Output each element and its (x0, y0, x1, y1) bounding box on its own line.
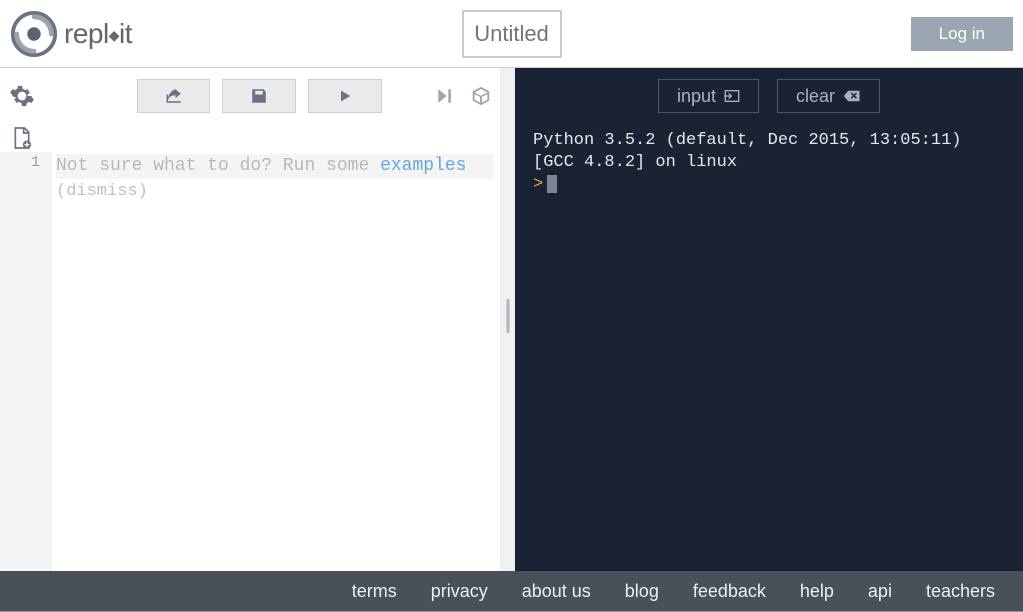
clear-button[interactable]: clear (777, 79, 880, 113)
step-button[interactable] (434, 86, 456, 106)
package-button[interactable] (470, 85, 492, 107)
drag-handle-icon (506, 299, 509, 333)
line-gutter: 1 (0, 152, 52, 571)
console-line: [GCC 4.8.2] on linux (533, 152, 1005, 174)
gear-icon (9, 83, 35, 109)
hint-text: Not sure what to do? Run some (56, 156, 380, 176)
pane-divider[interactable] (500, 68, 515, 571)
title-input[interactable] (462, 10, 562, 58)
footer-link-terms[interactable]: terms (352, 581, 397, 602)
editor-pane: 1 Not sure what to do? Run some examples… (0, 68, 500, 571)
brand-text: repl◆it (64, 18, 132, 50)
footer-link-blog[interactable]: blog (625, 581, 659, 602)
login-button[interactable]: Log in (911, 17, 1013, 51)
main: 1 Not sure what to do? Run some examples… (0, 68, 1023, 571)
footer-link-feedback[interactable]: feedback (693, 581, 766, 602)
examples-link[interactable]: examples (380, 156, 466, 176)
header: repl◆it Log in (0, 0, 1023, 68)
share-icon (164, 87, 184, 105)
console-line: Python 3.5.2 (default, Dec 2015, 13:05:1… (533, 130, 1005, 152)
play-icon (337, 87, 353, 105)
run-button[interactable] (308, 79, 382, 113)
console-toolbar: input clear (515, 68, 1023, 124)
file-tabs (0, 124, 500, 152)
dismiss-link[interactable]: (dismiss) (56, 182, 148, 201)
brand-logo[interactable]: repl◆it (10, 10, 132, 58)
input-icon (724, 89, 740, 103)
clear-icon (843, 89, 861, 103)
footer-link-help[interactable]: help (800, 581, 834, 602)
footer-link-api[interactable]: api (868, 581, 892, 602)
footer-link-privacy[interactable]: privacy (431, 581, 488, 602)
console-output[interactable]: Python 3.5.2 (default, Dec 2015, 13:05:1… (515, 124, 1023, 202)
save-button[interactable] (222, 79, 296, 113)
console-prompt[interactable]: > (533, 174, 1005, 196)
footer-link-teachers[interactable]: teachers (926, 581, 995, 602)
input-button[interactable]: input (658, 79, 759, 113)
save-icon (250, 87, 268, 105)
console-pane: input clear Python 3.5.2 (default, Dec 2… (515, 68, 1023, 571)
editor-toolbar (0, 68, 500, 124)
footer: terms privacy about us blog feedback hel… (0, 571, 1023, 611)
swirl-icon (10, 10, 58, 58)
settings-button[interactable] (8, 82, 35, 110)
share-button[interactable] (137, 79, 211, 113)
code-body[interactable]: Not sure what to do? Run some examples (… (52, 152, 500, 571)
footer-link-about[interactable]: about us (522, 581, 591, 602)
code-editor[interactable]: 1 Not sure what to do? Run some examples… (0, 152, 500, 571)
line-number: 1 (0, 154, 40, 171)
new-file-button[interactable] (12, 126, 32, 150)
cursor-icon (547, 175, 557, 193)
